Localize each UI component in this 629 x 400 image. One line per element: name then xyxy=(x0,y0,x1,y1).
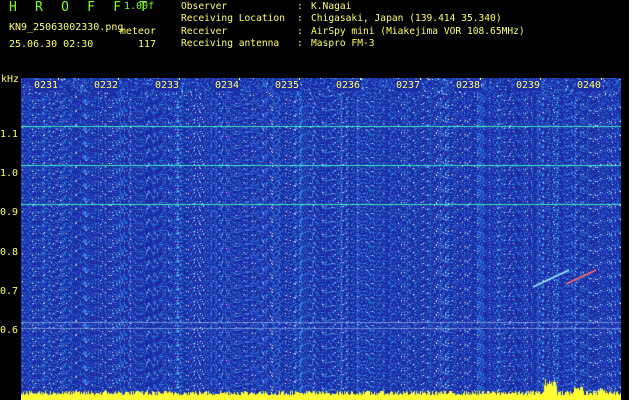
time-tick-label: 0236 xyxy=(335,80,362,91)
info-key: Receiving Location xyxy=(181,13,285,25)
header-panel: H R O F F T 1.00f KN9_25063002330.png 25… xyxy=(0,0,629,78)
time-tick-label: 0239 xyxy=(515,80,542,91)
info-separator: : xyxy=(297,13,303,25)
info-separator: : xyxy=(297,37,303,49)
freq-tick-label: 0.8 xyxy=(0,247,19,258)
info-value: Chigasaki, Japan (139.414 35.340) xyxy=(311,13,502,25)
info-row-location: Receiving Location : Chigasaki, Japan (1… xyxy=(181,13,525,25)
freq-tick-label: 0.7 xyxy=(0,286,19,297)
observation-datetime: 25.06.30 02:30 xyxy=(9,39,94,50)
time-tick-label: 0233 xyxy=(154,80,181,91)
info-separator: : xyxy=(297,1,303,12)
time-tick-label: 0238 xyxy=(455,80,482,91)
mode-label: meteor xyxy=(119,26,156,37)
info-row-observer: Observer : K.Nagai xyxy=(181,1,525,13)
info-separator: : xyxy=(297,25,303,37)
right-border xyxy=(621,78,629,400)
meteor-count: 117 xyxy=(137,39,156,50)
image-filename: KN9_25063002330.png xyxy=(9,22,124,33)
freq-unit-label: kHz xyxy=(1,74,20,85)
time-tick-label: 0231 xyxy=(33,80,60,91)
spectrogram-plot: 0231 0232 0233 0234 0235 0236 0237 0238 0239 0240 xyxy=(21,78,621,400)
freq-tick-label: 1.1 xyxy=(0,129,19,140)
freq-tick-label: 0.9 xyxy=(0,207,19,218)
info-row-receiver: Receiver : AirSpy mini (Miakejima VOR 10… xyxy=(181,26,525,38)
spectrogram-canvas xyxy=(21,78,621,400)
info-row-antenna: Receiving antenna : Maspro FM-3 xyxy=(181,38,525,50)
time-tick-label: 0240 xyxy=(576,80,603,91)
station-info-table: Observer : K.Nagai Receiving Location : … xyxy=(181,1,525,50)
info-value: Maspro FM-3 xyxy=(311,37,375,49)
freq-tick-label: 0.6 xyxy=(0,325,19,336)
info-key: Observer xyxy=(181,1,228,12)
info-value: AirSpy mini (Miakejima VOR 108.65MHz) xyxy=(311,25,525,37)
freq-tick-label: 1.0 xyxy=(0,168,19,179)
info-key: Receiving antenna xyxy=(181,37,280,49)
time-tick-label: 0235 xyxy=(274,80,301,91)
time-tick-label: 0237 xyxy=(395,80,422,91)
time-tick-label: 0232 xyxy=(93,80,120,91)
app-version: 1.00f xyxy=(124,1,155,12)
info-key: Receiver xyxy=(181,25,228,37)
time-tick-label: 0234 xyxy=(214,80,241,91)
info-value: K.Nagai xyxy=(311,1,352,12)
